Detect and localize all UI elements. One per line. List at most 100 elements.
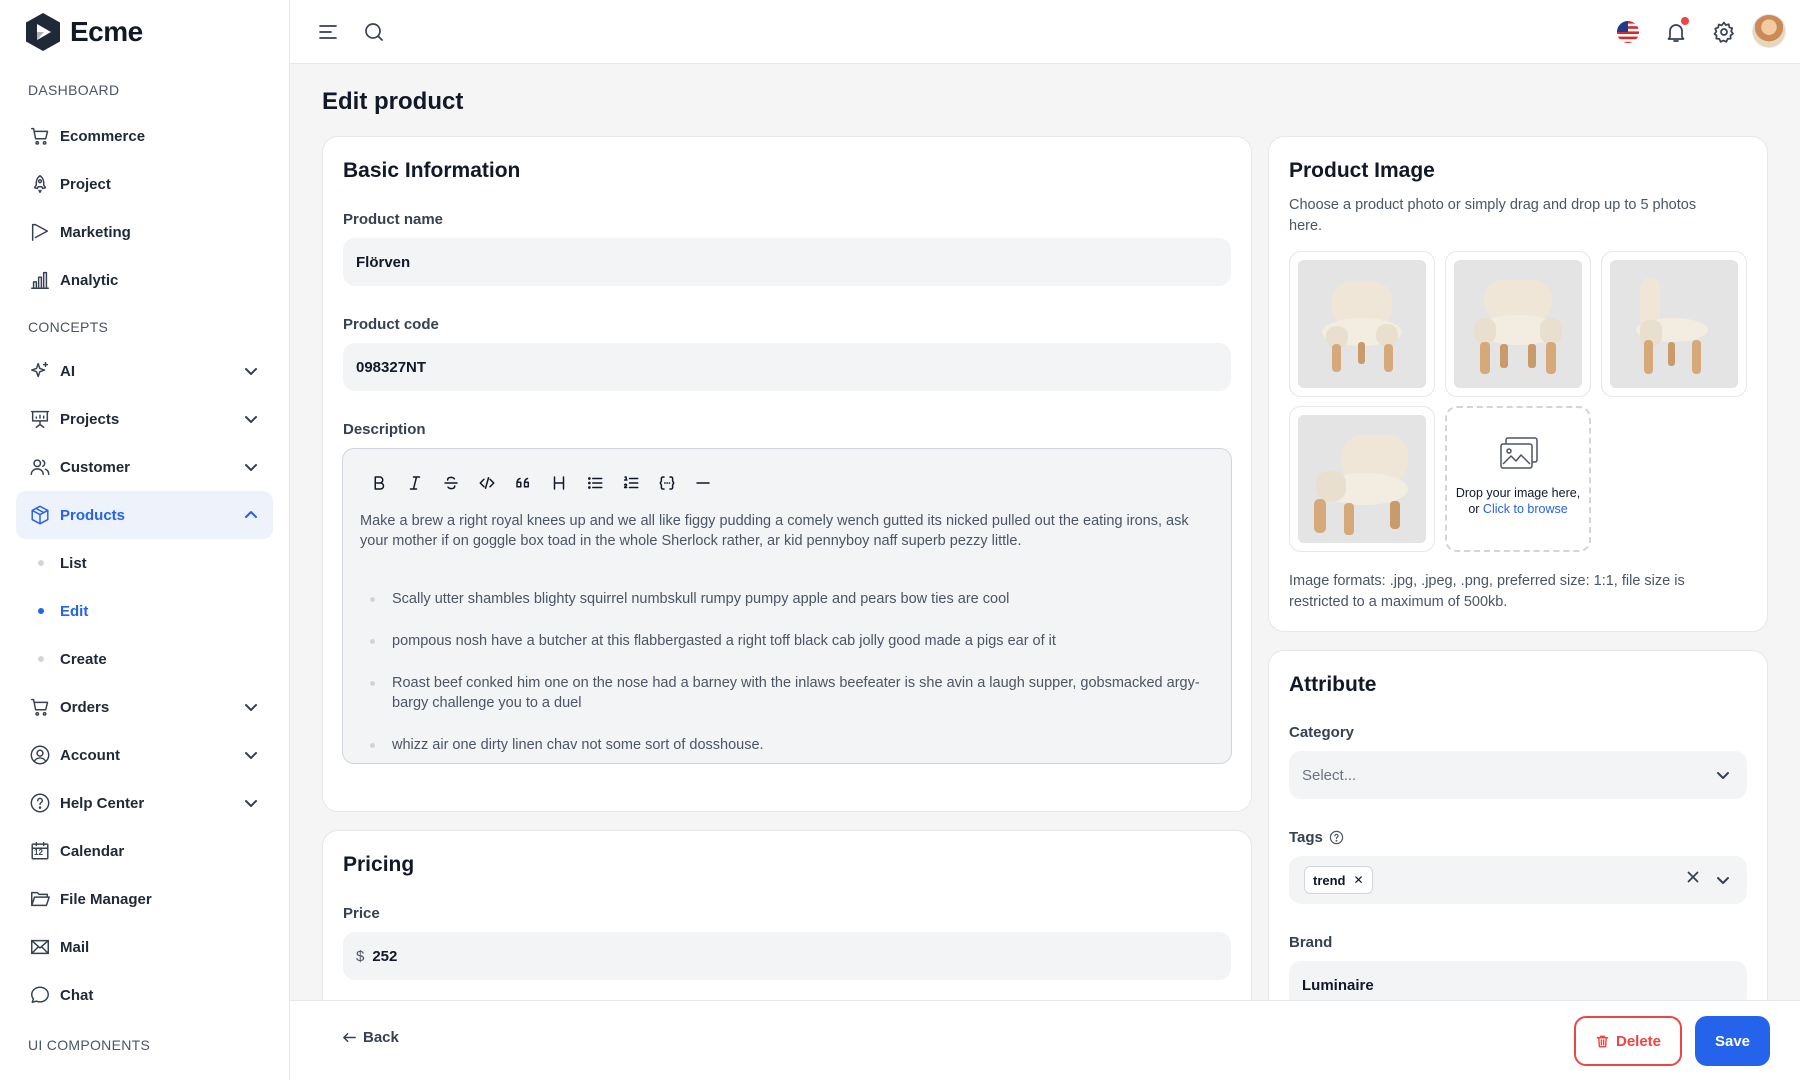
- sidebar-item-label: File Manager: [60, 890, 152, 908]
- sidebar-item-customer[interactable]: Customer: [16, 443, 273, 491]
- bold-icon[interactable]: [361, 467, 397, 499]
- section-dashboard: DASHBOARD: [28, 82, 120, 98]
- section-ui-components: UI COMPONENTS: [28, 1037, 151, 1053]
- sidebar-item-mail[interactable]: Mail: [16, 923, 273, 971]
- help-icon: [28, 791, 52, 815]
- category-select[interactable]: Select...: [1289, 751, 1747, 799]
- presentation-icon: [28, 407, 52, 431]
- sidebar-item-label: AI: [60, 362, 75, 380]
- sidebar-item-label: Account: [60, 746, 120, 764]
- sidebar-item-account[interactable]: Account: [16, 731, 273, 779]
- quote-icon[interactable]: [505, 467, 541, 499]
- browse-link[interactable]: Click to browse: [1483, 502, 1568, 516]
- code-block-icon[interactable]: [649, 467, 685, 499]
- description-editor[interactable]: Make a brew a right royal knees up and w…: [342, 448, 1232, 764]
- price-value: 252: [372, 947, 398, 965]
- bullet-dot: [370, 639, 375, 644]
- search-icon[interactable]: [360, 18, 388, 46]
- chevron-down-icon: [1715, 872, 1731, 888]
- list-item: whizz air one dirty linen chav not some …: [360, 735, 1210, 755]
- save-button[interactable]: Save: [1695, 1016, 1770, 1066]
- ordered-list-icon[interactable]: [613, 467, 649, 499]
- cart-icon: [28, 695, 52, 719]
- mail-icon: [28, 935, 52, 959]
- sidebar-subitem-list[interactable]: List: [16, 541, 273, 585]
- card-title: Pricing: [343, 853, 415, 876]
- sidebar-item-label: Chat: [60, 986, 94, 1004]
- bullet-list-icon[interactable]: [577, 467, 613, 499]
- sidebar-item-project[interactable]: Project: [16, 160, 273, 208]
- price-input[interactable]: $ 252: [343, 932, 1231, 980]
- horizontal-rule-icon[interactable]: [685, 467, 721, 499]
- sidebar-item-products[interactable]: Products: [16, 491, 273, 539]
- product-code-label: Product code: [343, 316, 439, 333]
- product-thumbnail[interactable]: [1289, 251, 1435, 397]
- sidebar-item-marketing[interactable]: Marketing: [16, 208, 273, 256]
- sidebar-subitem-create[interactable]: Create: [16, 637, 273, 681]
- sidebar-item-calendar[interactable]: 12 Calendar: [16, 827, 273, 875]
- card-title: Product Image: [1289, 159, 1435, 182]
- help-icon: [1329, 830, 1344, 845]
- menu-toggle-icon[interactable]: [314, 18, 342, 46]
- sidebar-item-analytic[interactable]: Analytic: [16, 256, 273, 304]
- sidebar-item-label: Projects: [60, 410, 120, 428]
- sidebar-item-help-center[interactable]: Help Center: [16, 779, 273, 827]
- code-icon[interactable]: [469, 467, 505, 499]
- list-item-text: Scally utter shambles blighty squirrel n…: [392, 591, 1010, 607]
- product-code-input[interactable]: 098327NT: [343, 343, 1231, 391]
- chevron-down-icon: [243, 411, 259, 427]
- us-flag-icon[interactable]: [1614, 18, 1642, 46]
- sidebar-item-ai[interactable]: AI: [16, 347, 273, 395]
- top-header: [290, 0, 1800, 64]
- product-thumbnail[interactable]: [1289, 406, 1435, 552]
- image-upload-icon: [1500, 437, 1538, 469]
- bullet-dot: [38, 656, 44, 662]
- tags-label: Tags: [1289, 829, 1344, 846]
- sidebar-item-orders[interactable]: Orders: [16, 683, 273, 731]
- sidebar-item-ecommerce[interactable]: Ecommerce: [16, 112, 273, 160]
- chevron-down-icon: [243, 363, 259, 379]
- tags-select[interactable]: trend ✕: [1289, 856, 1747, 904]
- sidebar-item-label: Analytic: [60, 271, 119, 289]
- arrow-left-icon: [343, 1033, 356, 1042]
- gear-icon[interactable]: [1710, 18, 1738, 46]
- product-name-input[interactable]: Flörven: [343, 238, 1231, 286]
- list-item-text: whizz air one dirty linen chav not some …: [392, 737, 764, 753]
- sidebar: Ecme DASHBOARD Ecommerce Project Marketi…: [0, 0, 290, 1080]
- list-item: Scally utter shambles blighty squirrel n…: [360, 589, 1210, 609]
- bullet-dot: [38, 560, 44, 566]
- sidebar-item-projects[interactable]: Projects: [16, 395, 273, 443]
- user-circle-icon: [28, 743, 52, 767]
- sidebar-item-chat[interactable]: Chat: [16, 971, 273, 1019]
- dropzone-text: Drop your image here, or Click to browse: [1455, 485, 1581, 517]
- sidebar-item-file-manager[interactable]: File Manager: [16, 875, 273, 923]
- sidebar-item-label: Help Center: [60, 794, 145, 812]
- tags-label-text: Tags: [1289, 829, 1323, 846]
- strikethrough-icon[interactable]: [433, 467, 469, 499]
- logo[interactable]: Ecme: [0, 0, 289, 64]
- sidebar-subitem-label: List: [60, 554, 87, 572]
- italic-icon[interactable]: [397, 467, 433, 499]
- sidebar-item-label: Products: [60, 506, 126, 524]
- back-button[interactable]: Back: [342, 1029, 399, 1046]
- avatar[interactable]: [1752, 14, 1786, 48]
- clear-icon[interactable]: [1685, 869, 1701, 885]
- sidebar-item-label: Project: [60, 175, 111, 193]
- calendar-day: 12: [34, 848, 43, 857]
- tag-chip: trend ✕: [1304, 866, 1373, 894]
- box-icon: [28, 503, 52, 527]
- delete-button[interactable]: Delete: [1574, 1016, 1682, 1066]
- tag-remove-icon[interactable]: ✕: [1354, 873, 1364, 887]
- chair-image: [1454, 260, 1582, 388]
- users-icon: [28, 455, 52, 479]
- image-dropzone[interactable]: Drop your image here, or Click to browse: [1445, 406, 1591, 552]
- sidebar-subitem-edit[interactable]: Edit: [16, 589, 273, 633]
- price-label: Price: [343, 905, 380, 922]
- product-thumbnail[interactable]: [1601, 251, 1747, 397]
- sidebar-subitem-label: Create: [60, 650, 107, 668]
- bell-icon[interactable]: [1662, 17, 1690, 46]
- heading-icon[interactable]: [541, 467, 577, 499]
- sidebar-subitem-label: Edit: [60, 602, 89, 620]
- sparkle-icon: [28, 359, 52, 383]
- product-thumbnail[interactable]: [1445, 251, 1591, 397]
